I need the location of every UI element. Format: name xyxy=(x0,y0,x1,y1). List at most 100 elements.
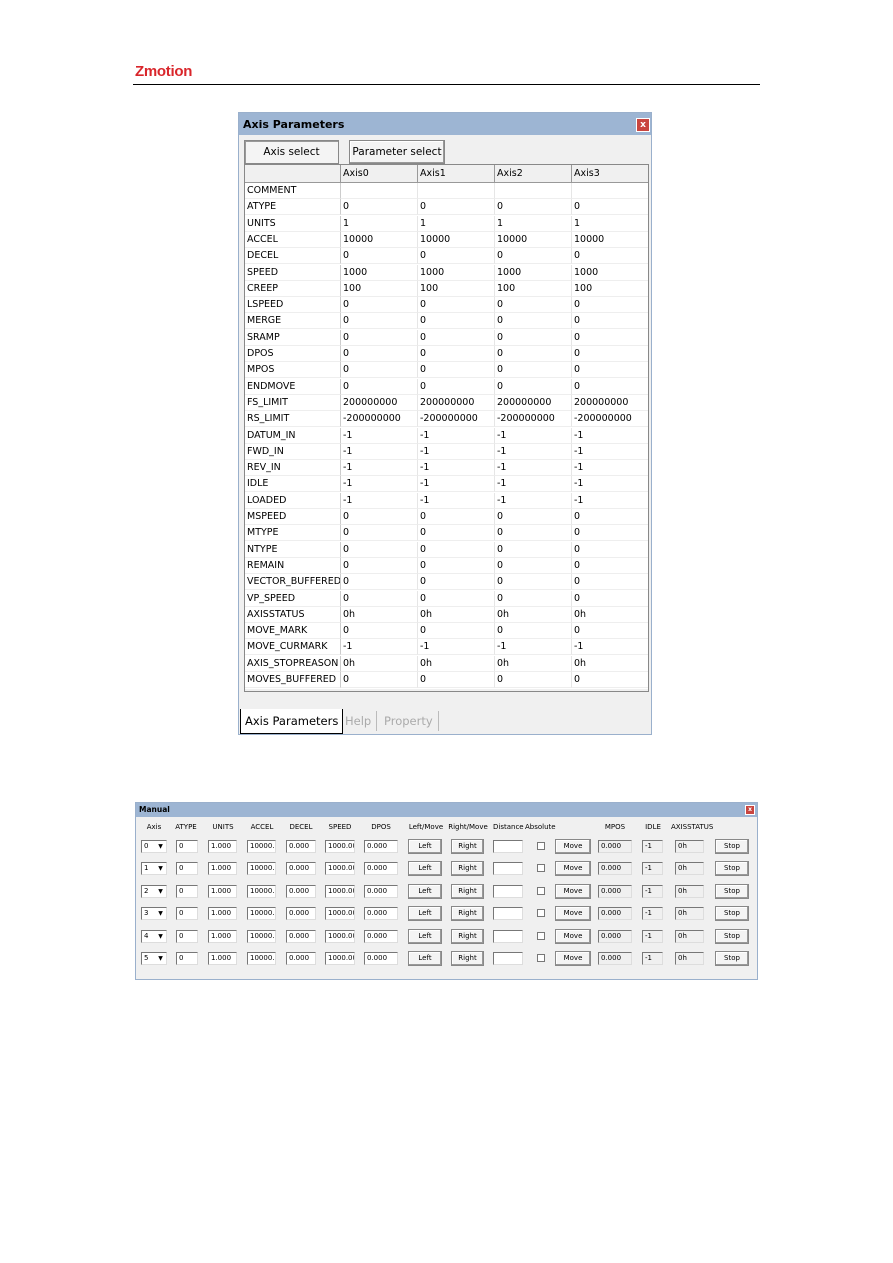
accel-field[interactable]: 10000.0 xyxy=(247,929,276,943)
decel-field[interactable]: 0.000 xyxy=(286,862,316,876)
move-button[interactable]: Move xyxy=(555,861,591,877)
parameter-value[interactable]: 0 xyxy=(495,378,572,395)
parameter-value[interactable]: -1 xyxy=(572,428,648,444)
parameter-value[interactable] xyxy=(495,183,572,199)
parameter-value[interactable]: 0 xyxy=(572,199,648,216)
parameter-value[interactable]: 1000 xyxy=(418,264,495,281)
parameter-value[interactable]: 0h xyxy=(495,606,572,623)
units-field[interactable]: 1.000 xyxy=(208,907,237,921)
parameter-value[interactable]: 10000 xyxy=(418,231,495,248)
stop-button[interactable]: Stop xyxy=(715,883,749,899)
tab-axis-parameters[interactable]: Axis Parameters xyxy=(240,709,344,734)
parameter-value[interactable]: 0 xyxy=(418,509,495,525)
tab-help[interactable]: Help xyxy=(345,711,378,731)
parameter-value[interactable]: -1 xyxy=(572,493,648,509)
parameter-value[interactable]: 0 xyxy=(495,623,572,640)
parameter-value[interactable]: -1 xyxy=(341,476,418,493)
parameter-value[interactable]: 100 xyxy=(341,280,418,297)
parameter-value[interactable]: -200000000 xyxy=(341,411,418,428)
absolute-checkbox[interactable] xyxy=(537,886,545,895)
parameter-value[interactable]: -1 xyxy=(418,639,495,656)
axis-select[interactable]: 0 ▼ xyxy=(141,840,167,853)
parameter-value[interactable]: 0 xyxy=(572,330,648,346)
speed-field[interactable]: 1000.00 xyxy=(325,840,355,853)
parameter-value[interactable]: 0 xyxy=(495,590,572,607)
parameter-value[interactable]: 0 xyxy=(572,379,648,395)
parameter-value[interactable]: 0 xyxy=(572,313,648,330)
left-button[interactable]: Left xyxy=(408,839,442,854)
parameter-value[interactable]: -1 xyxy=(418,476,495,493)
close-icon[interactable]: x xyxy=(745,805,755,815)
left-button[interactable]: Left xyxy=(408,883,442,899)
speed-field[interactable]: 1000.00 xyxy=(325,952,355,965)
stop-button[interactable]: Stop xyxy=(715,928,749,944)
speed-field[interactable]: 1000.00 xyxy=(325,907,355,921)
parameter-value[interactable]: 0 xyxy=(572,297,648,314)
right-button[interactable]: Right xyxy=(451,861,484,877)
atype-field[interactable]: 0 xyxy=(176,840,198,853)
parameter-value[interactable]: -1 xyxy=(418,443,495,460)
parameter-value[interactable]: 0 xyxy=(341,346,418,362)
axis-select-button[interactable]: Axis select xyxy=(244,140,339,164)
stop-button[interactable]: Stop xyxy=(715,951,749,966)
parameter-value[interactable]: 0 xyxy=(495,574,572,591)
parameter-value[interactable]: 0 xyxy=(572,248,648,265)
parameter-value[interactable]: 0 xyxy=(418,329,495,346)
parameter-value[interactable] xyxy=(572,183,648,199)
column-header[interactable]: Axis2 xyxy=(495,165,572,183)
axis-select[interactable]: 2 ▼ xyxy=(141,884,167,898)
parameter-value[interactable]: 0 xyxy=(495,248,572,265)
parameter-value[interactable]: 0 xyxy=(341,248,418,265)
parameter-value[interactable]: -1 xyxy=(341,427,418,444)
decel-field[interactable]: 0.000 xyxy=(286,840,316,853)
parameter-value[interactable]: 0 xyxy=(418,672,495,688)
units-field[interactable]: 1.000 xyxy=(208,952,237,965)
parameter-value[interactable]: 0 xyxy=(341,574,418,591)
parameter-value[interactable]: 0 xyxy=(495,541,572,558)
parameter-value[interactable]: -1 xyxy=(341,492,418,509)
parameter-value[interactable]: -1 xyxy=(418,427,495,444)
parameter-value[interactable]: 0 xyxy=(418,313,495,330)
parameter-value[interactable]: 0 xyxy=(418,378,495,395)
absolute-checkbox[interactable] xyxy=(537,909,545,918)
parameter-value[interactable]: 0 xyxy=(495,313,572,330)
dpos-field[interactable]: 0.000 xyxy=(364,952,398,965)
decel-field[interactable]: 0.000 xyxy=(286,929,316,943)
stop-button[interactable]: Stop xyxy=(715,861,749,877)
dpos-field[interactable]: 0.000 xyxy=(364,862,398,876)
parameter-value[interactable]: 0h xyxy=(418,655,495,672)
atype-field[interactable]: 0 xyxy=(176,862,198,876)
parameter-value[interactable]: 1000 xyxy=(572,265,648,281)
parameter-value[interactable]: -1 xyxy=(495,492,572,509)
parameter-value[interactable]: -1 xyxy=(495,427,572,444)
atype-field[interactable]: 0 xyxy=(176,952,198,965)
distance-field[interactable] xyxy=(493,884,523,898)
parameter-value[interactable]: 0 xyxy=(495,509,572,525)
move-button[interactable]: Move xyxy=(555,883,591,899)
right-button[interactable]: Right xyxy=(451,928,484,944)
parameter-value[interactable]: 10000 xyxy=(341,231,418,248)
scroll-right-icon[interactable]: > xyxy=(634,690,643,691)
decel-field[interactable]: 0.000 xyxy=(286,884,316,898)
parameter-value[interactable]: 0 xyxy=(495,199,572,216)
parameter-value[interactable]: 0 xyxy=(341,672,418,688)
parameter-value[interactable]: 0h xyxy=(341,606,418,623)
chevron-down-icon[interactable]: ▼ xyxy=(156,954,165,963)
parameter-value[interactable] xyxy=(418,183,495,199)
parameter-value[interactable]: 0 xyxy=(495,525,572,542)
parameter-value[interactable]: 1 xyxy=(572,216,648,232)
parameter-value[interactable]: 0 xyxy=(572,525,648,542)
parameter-value[interactable]: 200000000 xyxy=(572,395,648,411)
parameter-value[interactable]: 0 xyxy=(418,557,495,574)
parameter-value[interactable]: 0 xyxy=(495,329,572,346)
parameter-value[interactable]: 0 xyxy=(495,346,572,362)
parameter-value[interactable]: 0 xyxy=(418,346,495,362)
axis-select[interactable]: 4 ▼ xyxy=(141,929,167,943)
parameter-value[interactable]: 0 xyxy=(572,558,648,574)
parameter-value[interactable]: 0 xyxy=(341,362,418,379)
parameter-value[interactable]: 0 xyxy=(572,362,648,379)
parameter-value[interactable]: 0h xyxy=(418,606,495,623)
units-field[interactable]: 1.000 xyxy=(208,862,237,876)
distance-field[interactable] xyxy=(493,952,523,965)
chevron-down-icon[interactable]: ▼ xyxy=(156,887,165,896)
